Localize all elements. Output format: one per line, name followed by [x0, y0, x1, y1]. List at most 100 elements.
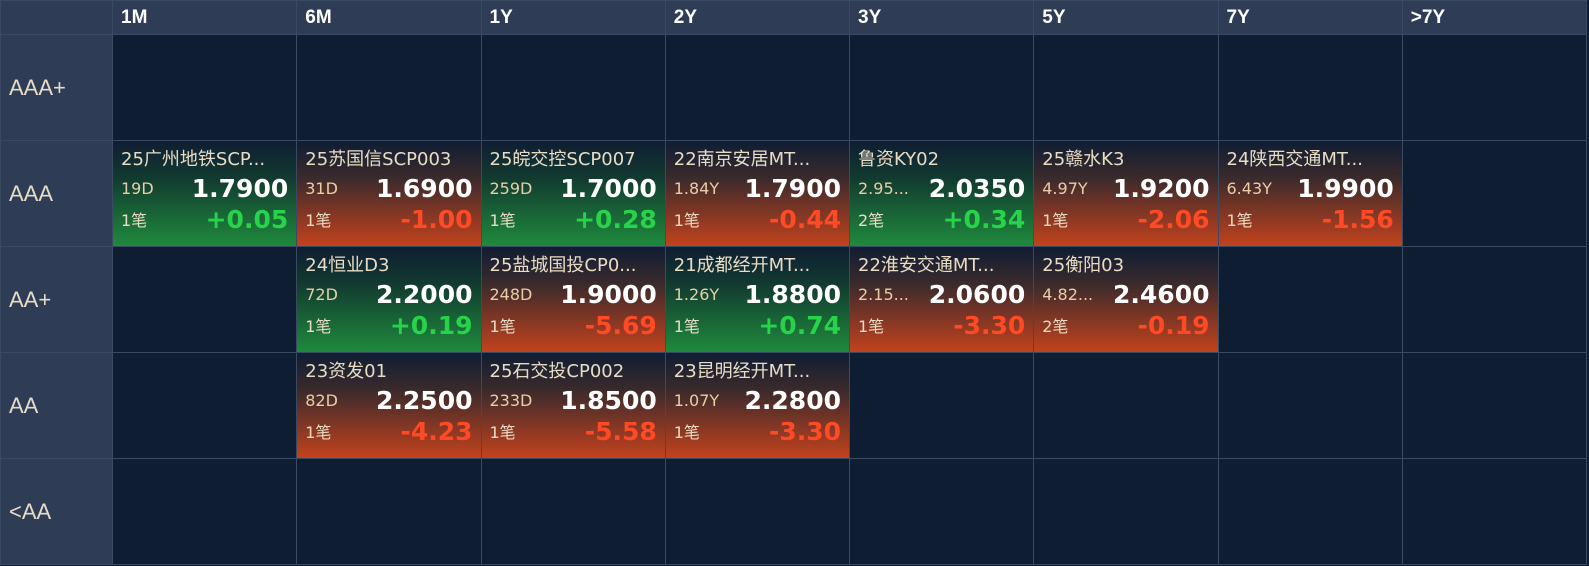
bond-change-line: 1笔 -5.58: [490, 416, 657, 446]
rate-change: +0.19: [389, 310, 473, 340]
bond-rate: 1.9000: [560, 279, 657, 309]
bond-name: 25盐城国投CP0...: [489, 255, 637, 276]
matrix-cell: [665, 459, 849, 564]
matrix-cell: 25赣水K3 4.97Y 1.9200 1笔 -2.06: [1034, 141, 1218, 246]
rate-change: -1.00: [400, 204, 473, 234]
column-header-1m: 1M: [113, 1, 297, 34]
row-header-lt-aa: <AA: [1, 459, 112, 564]
matrix-cell: [297, 35, 481, 140]
matrix-cell: 25皖交控SCP007 259D 1.7000 1笔 +0.28: [481, 141, 665, 246]
matrix-cell: [1218, 247, 1402, 352]
bond-card[interactable]: 24陕西交通MT... 6.43Y 1.9900 1笔 -1.56: [1218, 141, 1402, 246]
rate-change: +0.28: [574, 204, 657, 234]
rate-change: +0.05: [205, 204, 289, 234]
trade-count: 1笔: [305, 317, 332, 336]
row-header-aa: AA: [1, 353, 112, 458]
bond-rate-line: 1.07Y 2.2800: [674, 384, 841, 416]
matrix-cell: [850, 353, 1034, 458]
bond-card[interactable]: 24恒业D3 72D 2.2000 1笔 +0.19: [297, 247, 481, 352]
row-header-aa-plus: AA+: [1, 247, 112, 352]
bond-term: 4.82...: [1042, 284, 1094, 304]
column-header-1y: 1Y: [481, 1, 665, 34]
bond-rate: 2.2000: [376, 279, 473, 309]
rating-term-matrix: 1M 6M 1Y 2Y 3Y 5Y 7Y >7Y AAA+ AAA 25广州地铁SCP... 19D 1…: [0, 0, 1587, 565]
bond-rate-line: 31D 1.6900: [305, 172, 472, 204]
bond-change-line: 2笔 +0.34: [858, 204, 1025, 234]
bond-rate: 2.0600: [928, 279, 1026, 309]
bond-rate: 1.7000: [560, 173, 657, 203]
bond-change-line: 1笔 -3.30: [674, 416, 841, 446]
bond-name: 24恒业D3: [305, 255, 390, 276]
matrix-cell: [1218, 459, 1402, 564]
matrix-cell: [1402, 141, 1586, 246]
matrix-cell: [1218, 35, 1402, 140]
bond-term: 82D: [305, 390, 338, 410]
bond-change-line: 1笔 -3.30: [858, 310, 1025, 340]
bond-name: 22淮安交通MT...: [858, 255, 995, 276]
trade-count: 1笔: [489, 317, 516, 336]
bond-rate-line: 259D 1.7000: [490, 172, 657, 204]
rate-change: -3.30: [953, 310, 1026, 340]
matrix-cell: 22南京安居MT... 1.84Y 1.7900 1笔 -0.44: [665, 141, 849, 246]
bond-name: 25苏国信SCP003: [305, 149, 452, 170]
bond-card[interactable]: 25苏国信SCP003 31D 1.6900 1笔 -1.00: [297, 141, 481, 246]
bond-card[interactable]: 21成都经开MT... 1.26Y 1.8800 1笔 +0.74: [665, 247, 849, 352]
bond-name: 25皖交控SCP007: [489, 149, 636, 170]
rate-change: -4.23: [400, 416, 473, 446]
bond-name: 24陕西交通MT...: [1226, 149, 1363, 170]
bond-card[interactable]: 25广州地铁SCP... 19D 1.7900 1笔 +0.05: [113, 141, 297, 246]
rate-change: +0.34: [942, 204, 1026, 234]
matrix-cell: [1218, 353, 1402, 458]
bond-rate: 1.9900: [1297, 173, 1394, 203]
bond-term: 6.43Y: [1226, 178, 1272, 198]
matrix-cell: [1034, 353, 1218, 458]
rate-change: -5.69: [584, 310, 657, 340]
bond-card[interactable]: 25衡阳03 4.82... 2.4600 2笔 -0.19: [1034, 247, 1218, 352]
trade-count: 1笔: [489, 423, 516, 442]
column-header-gt-7y: >7Y: [1402, 1, 1586, 34]
bond-rate-line: 2.95... 2.0350: [858, 172, 1025, 204]
bond-name: 25广州地铁SCP...: [121, 149, 266, 170]
bond-name: 25衡阳03: [1042, 255, 1125, 276]
bond-name: 25石交投CP002: [489, 361, 625, 382]
bond-card[interactable]: 25盐城国投CP0... 248D 1.9000 1笔 -5.69: [481, 247, 665, 352]
matrix-cell: 23昆明经开MT... 1.07Y 2.2800 1笔 -3.30: [665, 353, 849, 458]
matrix-cell: [297, 459, 481, 564]
bond-term: 72D: [305, 284, 338, 304]
bond-card[interactable]: 22南京安居MT... 1.84Y 1.7900 1笔 -0.44: [665, 141, 849, 246]
matrix-cell: [850, 35, 1034, 140]
bond-change-line: 1笔 +0.05: [121, 204, 288, 234]
bond-card[interactable]: 23资发01 82D 2.2500 1笔 -4.23: [297, 353, 481, 458]
column-header-2y: 2Y: [665, 1, 849, 34]
bond-card[interactable]: 25皖交控SCP007 259D 1.7000 1笔 +0.28: [481, 141, 665, 246]
bond-name: 22南京安居MT...: [673, 149, 811, 170]
header-corner: [1, 1, 112, 34]
rate-change: -2.06: [1137, 204, 1210, 234]
bond-card[interactable]: 25赣水K3 4.97Y 1.9200 1笔 -2.06: [1034, 141, 1218, 246]
bond-rate-line: 6.43Y 1.9900: [1227, 172, 1394, 204]
bond-card[interactable]: 25石交投CP002 233D 1.8500 1笔 -5.58: [481, 353, 665, 458]
bond-rate: 1.8500: [560, 385, 657, 415]
bond-rate-line: 72D 2.2000: [305, 278, 472, 310]
matrix-cell: [850, 459, 1034, 564]
bond-change-line: 1笔 -1.00: [305, 204, 472, 234]
bond-term: 1.07Y: [673, 390, 720, 410]
trade-count: 1笔: [673, 423, 700, 442]
bond-rate: 2.2800: [744, 385, 841, 415]
row-header-aaa-plus: AAA+: [1, 35, 112, 140]
bond-card[interactable]: 23昆明经开MT... 1.07Y 2.2800 1笔 -3.30: [665, 353, 849, 458]
bond-card[interactable]: 鲁资KY02 2.95... 2.0350 2笔 +0.34: [850, 141, 1034, 246]
column-header-5y: 5Y: [1034, 1, 1218, 34]
bond-rate: 1.7900: [744, 173, 841, 203]
bond-rate: 2.2500: [376, 385, 473, 415]
bond-change-line: 1笔 +0.74: [674, 310, 841, 340]
bond-rate-line: 248D 1.9000: [490, 278, 657, 310]
bond-card[interactable]: 22淮安交通MT... 2.15... 2.0600 1笔 -3.30: [850, 247, 1034, 352]
bond-rate: 1.9200: [1113, 173, 1210, 203]
matrix-cell: 24陕西交通MT... 6.43Y 1.9900 1笔 -1.56: [1218, 141, 1402, 246]
matrix-cell: [481, 459, 665, 564]
bond-term: 233D: [489, 390, 533, 410]
bond-rate-line: 2.15... 2.0600: [858, 278, 1025, 310]
matrix-cell: 25苏国信SCP003 31D 1.6900 1笔 -1.00: [297, 141, 481, 246]
bond-term: 2.15...: [858, 284, 909, 304]
